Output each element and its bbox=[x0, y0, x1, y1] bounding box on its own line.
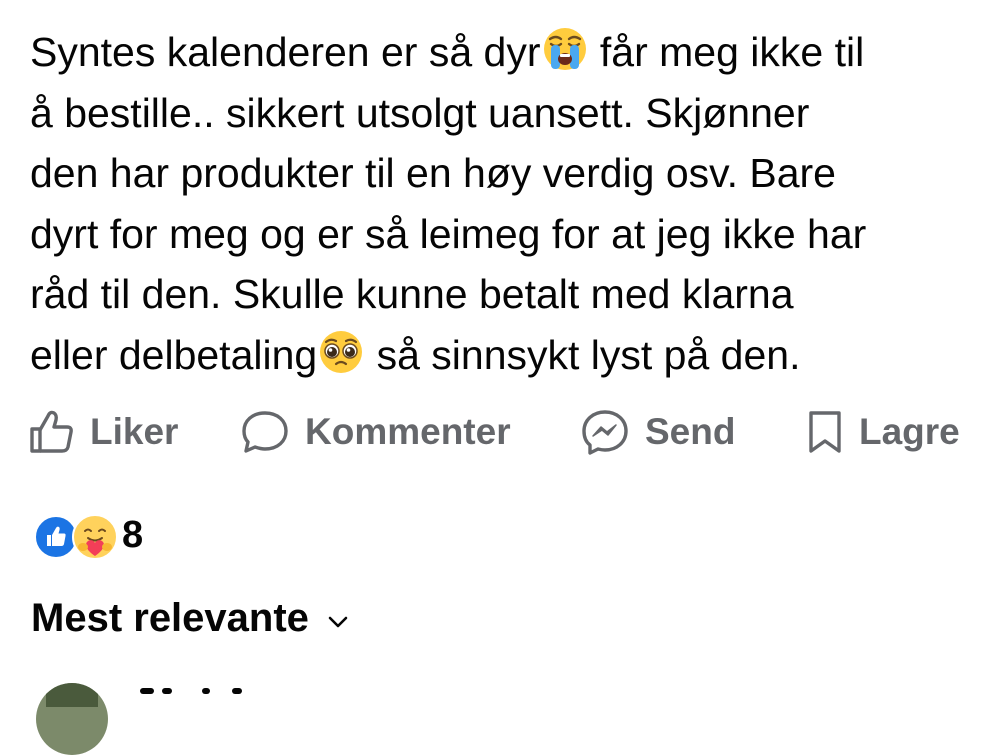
loudly-crying-face-icon bbox=[541, 24, 589, 72]
chevron-down-icon bbox=[328, 616, 348, 627]
messenger-icon bbox=[582, 410, 628, 455]
post-line: Syntes kalenderen er så dyr får meg ikke… bbox=[30, 22, 985, 83]
post-line: å bestille.. sikkert utsolgt uansett. Sk… bbox=[30, 89, 810, 136]
comment-author-name[interactable] bbox=[140, 684, 260, 696]
save-button[interactable]: Lagre bbox=[805, 402, 960, 462]
pleading-face-icon bbox=[317, 327, 365, 375]
post-line-text: eller delbetaling bbox=[30, 331, 318, 378]
reaction-summary[interactable]: 8 bbox=[34, 512, 144, 560]
send-label: Send bbox=[645, 411, 736, 452]
like-button[interactable]: Liker bbox=[26, 402, 178, 462]
care-reaction-icon bbox=[72, 514, 118, 560]
comment-sort-label: Mest relevante bbox=[31, 596, 309, 640]
post-line-text: Syntes kalenderen er så dyr bbox=[30, 29, 541, 75]
send-button[interactable]: Send bbox=[579, 402, 735, 462]
thumbs-up-outline-icon bbox=[30, 410, 73, 453]
text-fragment bbox=[140, 688, 154, 694]
post-line: den har produkter til en høy verdig osv.… bbox=[30, 150, 836, 196]
post-line: dyrt for meg og er så leimeg for at jeg … bbox=[30, 210, 867, 257]
comment-label: Kommenter bbox=[305, 411, 511, 452]
post-line-text: får meg ikke til bbox=[588, 29, 865, 75]
like-label: Liker bbox=[90, 411, 179, 452]
avatar-hair-shape bbox=[46, 683, 98, 707]
text-fragment bbox=[202, 688, 210, 694]
post-line: råd til den. Skulle kunne betalt med kla… bbox=[30, 271, 794, 317]
post-line: eller delbetaling så sinnsykt lyst på de… bbox=[30, 325, 985, 386]
bookmark-icon bbox=[809, 411, 841, 453]
text-fragment bbox=[162, 688, 172, 694]
save-label: Lagre bbox=[859, 411, 960, 452]
text-fragment bbox=[232, 688, 242, 694]
post-text: Syntes kalenderen er så dyr får meg ikke… bbox=[30, 22, 985, 385]
comment-sort-dropdown[interactable]: Mest relevante bbox=[31, 596, 349, 641]
speech-bubble-icon bbox=[242, 411, 288, 453]
reaction-count: 8 bbox=[122, 513, 144, 556]
comment-button[interactable]: Kommenter bbox=[239, 402, 511, 462]
reaction-icons bbox=[34, 512, 118, 560]
post-action-bar: Liker Kommenter Send Lagre bbox=[26, 402, 981, 462]
post-line-text: så sinnsykt lyst på den. bbox=[365, 331, 801, 378]
